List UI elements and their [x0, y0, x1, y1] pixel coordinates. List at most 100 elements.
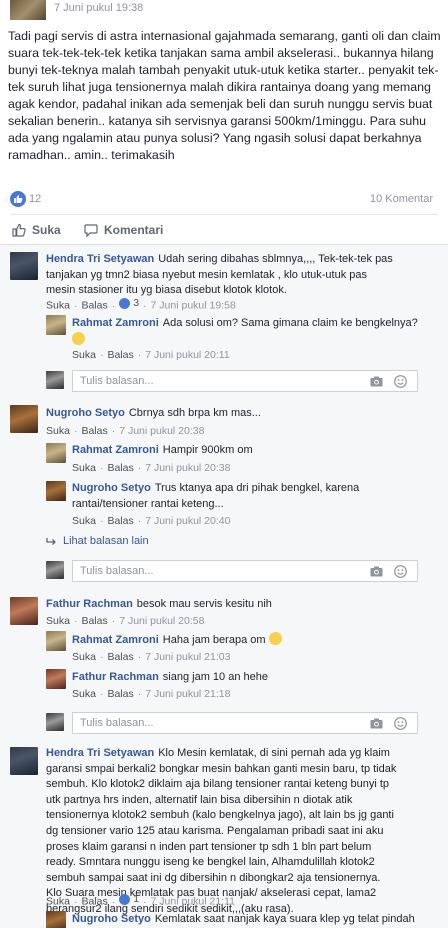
reply-body: Kemlatak saat nanjak kaya suara klep yg …: [154, 913, 415, 925]
commenter-name[interactable]: Nugroho Setyo: [72, 482, 151, 494]
reply-time[interactable]: 7 Juni pukul 21:03: [145, 651, 230, 663]
reply-link[interactable]: Balas: [81, 896, 107, 908]
post-actions: Suka Komentari: [0, 215, 448, 245]
speech-bubble-icon: [84, 224, 98, 237]
reply-time[interactable]: 7 Juni pukul 20:38: [145, 462, 230, 474]
commenter-name[interactable]: Hendra Tri Setyawan: [46, 747, 154, 759]
avatar[interactable]: [46, 315, 66, 335]
like-reaction-icon[interactable]: [10, 191, 26, 207]
smiley-icon[interactable]: [394, 565, 407, 578]
reply-link[interactable]: Balas: [107, 462, 133, 474]
commenter-name[interactable]: Rahmat Zamroni: [72, 317, 159, 329]
post-stats: 12 10 Komentar: [0, 188, 448, 212]
reply-link[interactable]: Balas: [81, 615, 107, 627]
reply-time[interactable]: 7 Juni pukul 20:11: [145, 349, 229, 361]
reply-placeholder: Tulis balasan...: [80, 375, 154, 387]
like-link[interactable]: Suka: [72, 462, 96, 474]
more-replies-link[interactable]: Lihat balasan lain: [46, 535, 149, 547]
avatar[interactable]: [10, 597, 38, 625]
commenter-name[interactable]: Fathur Rachman: [72, 671, 159, 683]
reply-input[interactable]: Tulis balasan...: [72, 560, 418, 582]
commenter-name[interactable]: Nugroho Setyo: [72, 913, 151, 925]
comment-meta: Suka · Balas · 7 Juni pukul 20:38: [46, 425, 205, 437]
reply-meta: Suka · Balas · 7 Juni pukul 20:38: [72, 462, 231, 474]
avatar[interactable]: [46, 481, 66, 501]
reply-body: Hampir 900km om: [162, 444, 253, 456]
comment-button[interactable]: Komentari: [84, 223, 163, 237]
like-link[interactable]: Suka: [46, 425, 70, 437]
reply-link[interactable]: Balas: [81, 300, 107, 312]
like-button[interactable]: Suka: [12, 223, 61, 237]
smiley-icon[interactable]: [394, 375, 407, 388]
like-link[interactable]: Suka: [72, 688, 96, 700]
reply-body: siang jam 10 an hehe: [162, 671, 268, 683]
like-link[interactable]: Suka: [46, 896, 70, 908]
avatar[interactable]: [46, 443, 66, 463]
comment-time[interactable]: 7 Juni pukul 20:38: [119, 425, 204, 437]
comment-meta: Suka · Balas · 1 · 7 Juni pukul 21:11: [46, 893, 235, 908]
reply-time[interactable]: 7 Juni pukul 20:40: [145, 515, 230, 527]
reply-meta: Suka · Balas · 7 Juni pukul 20:40: [72, 515, 231, 527]
smiley-icon[interactable]: [394, 717, 407, 730]
comment-time[interactable]: 7 Juni pukul 20:58: [119, 615, 204, 627]
commenter-name[interactable]: Fathur Rachman: [46, 598, 133, 610]
like-link[interactable]: Suka: [72, 515, 96, 527]
commenter-name[interactable]: Hendra Tri Setyawan: [46, 253, 154, 265]
reply-text: Nugroho Setyo Kemlatak saat nanjak kaya s…: [72, 912, 432, 928]
reply-placeholder: Tulis balasan...: [80, 717, 154, 729]
comment-count[interactable]: 10 Komentar: [370, 193, 433, 205]
reply-link[interactable]: Balas: [81, 425, 107, 437]
comment-meta: Suka · Balas · 3 · 7 Juni pukul 19:58: [46, 297, 236, 312]
avatar[interactable]: [10, 405, 38, 433]
current-user-avatar: [46, 713, 64, 731]
comment-time[interactable]: 7 Juni pukul 19:58: [151, 300, 236, 312]
comment-button-label: Komentari: [104, 223, 164, 237]
post-body-text: Tadi pagi servis di astra internasional …: [8, 29, 441, 162]
camera-icon[interactable]: [370, 376, 383, 387]
reply-input[interactable]: Tulis balasan...: [72, 712, 418, 734]
like-link[interactable]: Suka: [72, 349, 96, 361]
smiley-icon: [72, 331, 85, 345]
comment-text: Hendra Tri Setyawan Klo Mesin kemlatak, d…: [46, 746, 398, 918]
comment-like-count[interactable]: 3: [119, 297, 139, 309]
post-timestamp[interactable]: 7 Juni pukul 19:38: [54, 2, 143, 14]
reply-meta: Suka · Balas · 7 Juni pukul 21:03: [72, 651, 231, 663]
thumbs-up-icon: [12, 223, 26, 237]
reply-link[interactable]: Balas: [107, 688, 133, 700]
comment-time[interactable]: 7 Juni pukul 21:11: [151, 896, 235, 908]
like-button-label: Suka: [32, 223, 61, 237]
post-author-avatar[interactable]: [10, 0, 46, 20]
comment-meta: Suka · Balas · 7 Juni pukul 20:58: [46, 615, 205, 627]
comment-like-count[interactable]: 1: [119, 893, 139, 905]
reply-meta: Suka · Balas · 7 Juni pukul 20:11: [72, 349, 230, 361]
reply-text: Nugroho Setyo Trus ktanya apa dri pihak b…: [72, 481, 392, 512]
commenter-name[interactable]: Rahmat Zamroni: [72, 634, 159, 646]
reply-text: Rahmat Zamroni Hampir 900km om: [72, 443, 418, 459]
avatar[interactable]: [46, 631, 66, 651]
reply-link[interactable]: Balas: [107, 651, 133, 663]
reply-text: Rahmat Zamroni Haha jam berapa om: [72, 632, 418, 649]
reply-time[interactable]: 7 Juni pukul 21:18: [145, 688, 230, 700]
comments-section: Hendra Tri Setyawan Udah sering dibahas s…: [0, 245, 448, 928]
reply-text: Rahmat Zamroni Ada solusi om? Sama gimana…: [72, 316, 418, 348]
like-link[interactable]: Suka: [72, 651, 96, 663]
reply-link[interactable]: Balas: [107, 349, 133, 361]
reply-input[interactable]: Tulis balasan...: [72, 370, 418, 392]
like-count[interactable]: 12: [29, 193, 41, 205]
camera-icon[interactable]: [370, 566, 383, 577]
like-link[interactable]: Suka: [46, 300, 70, 312]
commenter-name[interactable]: Nugroho Setyo: [46, 407, 125, 419]
comment-body: Klo Mesin kemlatak, di sini pernah ada y…: [46, 747, 397, 915]
thumbs-up-icon: [119, 297, 131, 309]
comment-text: Fathur Rachman besok mau servis kesitu ni…: [46, 597, 398, 613]
avatar[interactable]: [10, 252, 38, 280]
commenter-name[interactable]: Rahmat Zamroni: [72, 444, 159, 456]
current-user-avatar: [46, 371, 64, 389]
reply-link[interactable]: Balas: [107, 515, 133, 527]
avatar[interactable]: [46, 669, 66, 689]
camera-icon[interactable]: [370, 718, 383, 729]
reply-text: Fathur Rachman siang jam 10 an hehe: [72, 670, 418, 686]
like-link[interactable]: Suka: [46, 615, 70, 627]
avatar[interactable]: [10, 747, 38, 775]
avatar[interactable]: [46, 911, 66, 928]
